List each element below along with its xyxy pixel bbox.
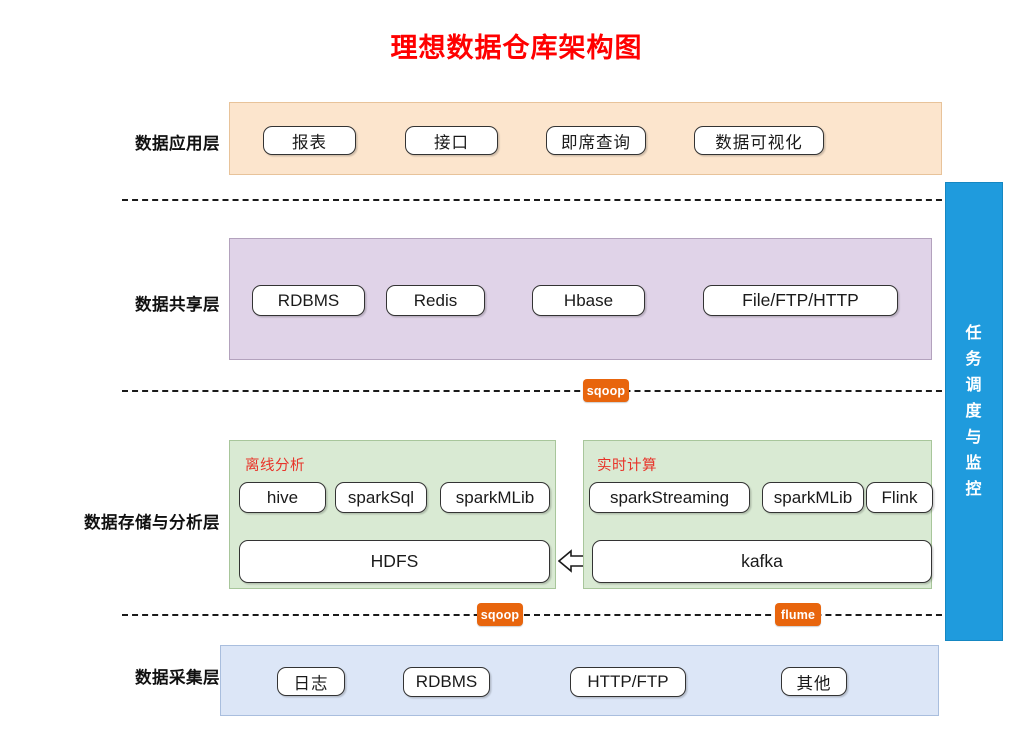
layer-label-data-collection: 数据采集层 (135, 669, 220, 687)
node-http-ftp[interactable]: HTTP/FTP (570, 667, 686, 697)
node-interface[interactable]: 接口 (405, 126, 498, 155)
node-log[interactable]: 日志 (277, 667, 345, 696)
node-sparkmlib-realtime[interactable]: sparkMLib (762, 482, 864, 513)
node-hive[interactable]: hive (239, 482, 326, 513)
layer-label-data-storage-analysis: 数据存储与分析层 (84, 514, 220, 532)
node-other[interactable]: 其他 (781, 667, 847, 696)
node-hdfs[interactable]: HDFS (239, 540, 550, 583)
layer-label-data-application: 数据应用层 (135, 135, 220, 153)
node-redis[interactable]: Redis (386, 285, 485, 316)
divider-sharing-storage (122, 390, 952, 392)
node-rdbms-shared[interactable]: RDBMS (252, 285, 365, 316)
node-kafka[interactable]: kafka (592, 540, 932, 583)
divider-storage-collection (122, 614, 952, 616)
group-caption-offline-analysis: 离线分析 (245, 458, 305, 474)
node-ad-hoc-query[interactable]: 即席查询 (546, 126, 646, 155)
divider-application-sharing (122, 199, 952, 201)
node-sparkstreaming[interactable]: sparkStreaming (589, 482, 750, 513)
node-flink[interactable]: Flink (866, 482, 933, 513)
badge-sqoop-collection[interactable]: sqoop (477, 603, 523, 626)
node-data-visualization[interactable]: 数据可视化 (694, 126, 824, 155)
side-panel-task-scheduling[interactable]: 任务调度与监控 (945, 182, 1003, 641)
architecture-diagram: 理想数据仓库架构图 数据应用层 报表 接口 即席查询 数据可视化 数据共享层 R… (0, 0, 1033, 749)
node-file-ftp-http[interactable]: File/FTP/HTTP (703, 285, 898, 316)
node-sparksql[interactable]: sparkSql (335, 482, 427, 513)
badge-flume[interactable]: flume (775, 603, 821, 626)
page-title: 理想数据仓库架构图 (390, 33, 643, 63)
node-report[interactable]: 报表 (263, 126, 356, 155)
side-panel-label: 任务调度与监控 (965, 324, 983, 498)
node-rdbms-collection[interactable]: RDBMS (403, 667, 490, 697)
node-hbase[interactable]: Hbase (532, 285, 645, 316)
badge-sqoop-sharing[interactable]: sqoop (583, 379, 629, 402)
node-sparkmlib-offline[interactable]: sparkMLib (440, 482, 550, 513)
layer-label-data-sharing: 数据共享层 (135, 296, 220, 314)
group-caption-realtime-computing: 实时计算 (597, 458, 657, 474)
